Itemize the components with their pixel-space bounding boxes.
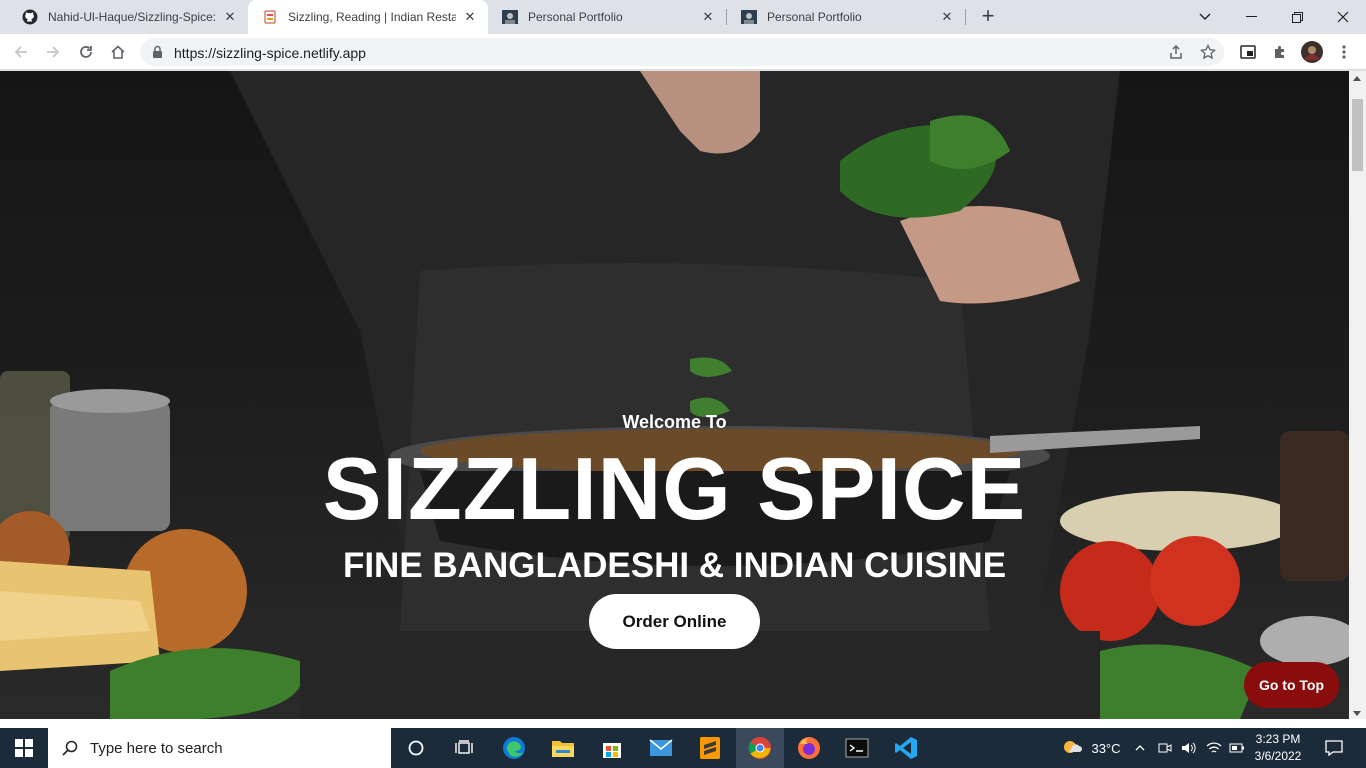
media-button[interactable]: [1236, 40, 1260, 64]
tab-title: Personal Portfolio: [767, 10, 862, 24]
tab-search-button[interactable]: [1182, 0, 1228, 34]
forward-button[interactable]: [41, 40, 65, 64]
scroll-down-arrow-icon[interactable]: [1353, 711, 1361, 716]
taskbar-search-box[interactable]: Type here to search: [48, 728, 391, 768]
tab-separator: [965, 9, 966, 25]
volume-icon[interactable]: [1178, 728, 1200, 768]
page-scrollbar[interactable]: [1349, 71, 1366, 719]
close-icon[interactable]: ✕: [700, 9, 716, 25]
search-placeholder: Type here to search: [90, 739, 223, 757]
restaurant-name-heading: SIZZLING SPICE: [322, 439, 1027, 538]
close-icon: [1337, 11, 1349, 23]
reload-icon: [80, 46, 92, 58]
weather-temperature: 33°C: [1091, 740, 1121, 756]
tab-strip: Nahid-Ul-Haque/Sizzling-Spice: T ✕ Sizzl…: [0, 0, 1366, 34]
chevron-down-icon: [1199, 13, 1211, 20]
task-view-button[interactable]: [440, 728, 488, 768]
minimize-button[interactable]: [1228, 0, 1274, 34]
reload-button[interactable]: [74, 40, 98, 64]
cuisine-tagline: FINE BANGLADESHI & INDIAN CUISINE: [342, 546, 1007, 585]
profile-avatar[interactable]: [1300, 40, 1324, 64]
weather-widget[interactable]: 33°C: [1056, 728, 1126, 768]
address-bar[interactable]: https://sizzling-spice.netlify.app: [140, 38, 1224, 66]
chrome-taskbar-icon[interactable]: [736, 728, 784, 768]
portfolio-icon: [502, 9, 518, 25]
show-hidden-icons-button[interactable]: [1130, 728, 1150, 768]
cortana-button[interactable]: [392, 728, 440, 768]
mail-taskbar-icon[interactable]: [637, 728, 685, 768]
close-icon[interactable]: ✕: [462, 9, 478, 25]
start-button[interactable]: [0, 728, 48, 768]
vscode-taskbar-icon[interactable]: [882, 728, 930, 768]
minimize-icon: [1245, 16, 1257, 17]
go-to-top-button[interactable]: Go to Top: [1244, 662, 1339, 708]
sublime-text-taskbar-icon[interactable]: [686, 728, 734, 768]
battery-icon[interactable]: [1227, 728, 1247, 768]
chevron-up-icon: [1135, 745, 1145, 751]
tab-sizzling[interactable]: Sizzling, Reading | Indian Restaur ✕: [248, 0, 488, 34]
firefox-taskbar-icon[interactable]: [785, 728, 833, 768]
scroll-up-arrow-icon[interactable]: [1353, 76, 1361, 81]
picture-in-picture-icon: [1240, 45, 1256, 59]
windows-taskbar: Type here to search 33°C 3:23 PM 3/6/202…: [0, 728, 1366, 768]
share-icon[interactable]: [1167, 43, 1185, 61]
taskbar-clock[interactable]: 3:23 PM 3/6/2022: [1248, 731, 1308, 765]
home-icon: [111, 45, 125, 59]
tab-github[interactable]: Nahid-Ul-Haque/Sizzling-Spice: T ✕: [8, 0, 248, 34]
web-page-viewport: Welcome To SIZZLING SPICE FINE BANGLADES…: [0, 71, 1349, 719]
url-text[interactable]: https://sizzling-spice.netlify.app: [174, 45, 366, 61]
clock-time: 3:23 PM: [1255, 732, 1301, 746]
portfolio-icon: [741, 9, 757, 25]
task-view-icon: [455, 740, 473, 754]
windows-logo-icon: [15, 739, 33, 757]
weather-sun-icon: [1064, 741, 1083, 753]
terminal-taskbar-icon[interactable]: [833, 728, 881, 768]
cortana-circle-icon: [408, 740, 424, 756]
microsoft-store-taskbar-icon[interactable]: [588, 728, 636, 768]
clock-date: 3/6/2022: [1254, 749, 1302, 763]
home-button[interactable]: [106, 40, 130, 64]
avatar-icon: [1301, 41, 1323, 63]
wifi-icon[interactable]: [1203, 728, 1225, 768]
tab-title: Personal Portfolio: [528, 10, 623, 24]
restore-icon: [1291, 11, 1303, 23]
back-button[interactable]: [9, 40, 33, 64]
restore-button[interactable]: [1274, 0, 1320, 34]
tab-title: Nahid-Ul-Haque/Sizzling-Spice: T: [48, 10, 216, 24]
edge-taskbar-icon[interactable]: [490, 728, 538, 768]
kebab-menu-icon: [1342, 45, 1346, 59]
search-icon: [62, 740, 78, 756]
puzzle-icon: [1275, 46, 1284, 58]
tab-portfolio-1[interactable]: Personal Portfolio ✕: [488, 0, 726, 34]
welcome-text: Welcome To: [622, 412, 727, 432]
close-icon[interactable]: ✕: [939, 9, 955, 25]
page-bottom-edge: [0, 719, 1366, 728]
file-explorer-taskbar-icon[interactable]: [539, 728, 587, 768]
order-online-button[interactable]: Order Online: [589, 594, 760, 649]
close-icon[interactable]: ✕: [222, 9, 238, 25]
bookmark-star-icon[interactable]: [1199, 43, 1217, 61]
tab-title: Sizzling, Reading | Indian Restaur: [288, 10, 456, 24]
extensions-button[interactable]: [1268, 40, 1292, 64]
tab-portfolio-2[interactable]: Personal Portfolio ✕: [727, 0, 965, 34]
notification-icon: [1325, 740, 1343, 756]
arrow-right-icon: [47, 46, 60, 58]
new-tab-button[interactable]: +: [976, 5, 1000, 29]
scrollbar-thumb[interactable]: [1352, 99, 1363, 171]
github-icon: [22, 9, 38, 25]
meet-now-icon[interactable]: [1155, 728, 1175, 768]
restaurant-icon: [262, 9, 278, 25]
menu-button[interactable]: [1332, 40, 1356, 64]
arrow-left-icon: [14, 46, 27, 58]
lock-icon[interactable]: [152, 45, 163, 64]
browser-toolbar: https://sizzling-spice.netlify.app: [0, 34, 1366, 70]
notifications-button[interactable]: [1316, 728, 1352, 768]
window-close-button[interactable]: [1320, 0, 1366, 34]
hero-section: Welcome To SIZZLING SPICE FINE BANGLADES…: [0, 71, 1349, 719]
